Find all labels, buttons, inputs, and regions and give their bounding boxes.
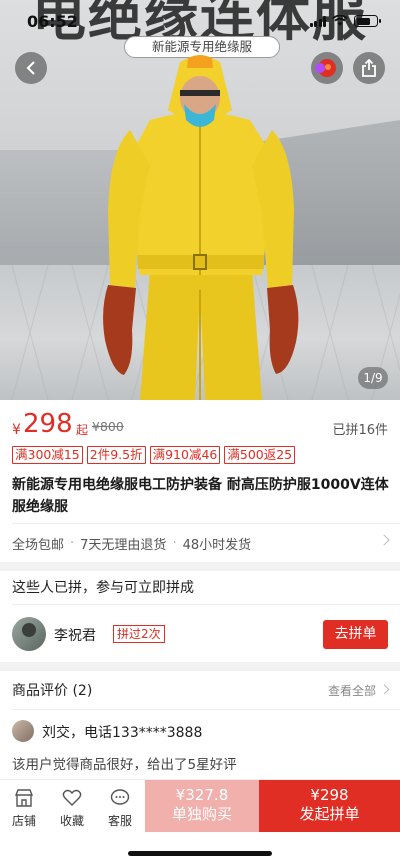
price-value: 298: [23, 409, 73, 439]
chevron-right-icon: [378, 534, 390, 546]
wifi-icon: [332, 15, 348, 26]
favorite-tab[interactable]: 收藏: [48, 780, 96, 832]
join-group-button[interactable]: 去拼单: [323, 620, 388, 649]
buy-alone-label: 单独购买: [171, 805, 232, 823]
coupon-list[interactable]: 满300减15 2件9.5折 满910减46 满500返25: [12, 446, 296, 464]
sold-count: 已拼16件: [332, 423, 388, 438]
image-page-indicator: 1/9: [358, 367, 388, 389]
group-buy-label: 发起拼单: [299, 805, 360, 823]
group-count-badge: 拼过2次: [113, 625, 165, 643]
service-item: 48小时发货: [182, 537, 252, 553]
avatar: [12, 720, 34, 742]
store-label: 店铺: [11, 814, 36, 828]
brand-button[interactable]: [311, 52, 343, 84]
bottom-action-bar: 店铺 收藏 客服 ¥327.8 单独购买 ¥298 发起拼单: [0, 779, 400, 832]
back-button[interactable]: [15, 52, 47, 84]
heart-icon: [62, 789, 82, 806]
battery-icon: [354, 15, 381, 27]
pdd-logo-icon: [315, 59, 336, 77]
store-icon: [14, 789, 34, 807]
share-button[interactable]: [353, 52, 385, 84]
coupon-tag[interactable]: 2件9.5折: [86, 446, 146, 464]
price-row: ¥ 298 起 ¥800 已拼16件: [12, 408, 388, 442]
review-title: 商品评价 (2): [12, 683, 93, 699]
product-title: 新能源专用电绝缘服电工防护装备 耐高压防护服1000V连体服绝缘服: [12, 477, 389, 515]
favorite-label: 收藏: [59, 814, 84, 828]
back-icon: [26, 61, 35, 75]
group-user-name: 李祝君: [54, 628, 96, 644]
group-buy-item: 李祝君 拼过2次 去拼单: [12, 617, 388, 651]
chat-icon: [110, 789, 130, 805]
coupon-tag[interactable]: 满300减15: [12, 446, 83, 464]
service-item: 全场包邮: [12, 537, 65, 553]
buy-alone-price: ¥327.8: [175, 786, 229, 804]
cellular-signal-icon: [309, 15, 326, 27]
divider: [12, 523, 400, 524]
status-bar: 06:52: [0, 0, 400, 44]
group-buy-price: ¥298: [310, 786, 349, 804]
review-header[interactable]: 商品评价 (2) 查看全部: [12, 680, 390, 700]
coupon-tag[interactable]: 满500返25: [224, 446, 296, 464]
store-tab[interactable]: 店铺: [0, 780, 48, 832]
status-time: 06:52: [27, 12, 78, 31]
start-group-buy-button[interactable]: ¥298 发起拼单: [259, 780, 400, 832]
home-indicator: [128, 851, 272, 856]
review-user-name: 刘交，电话133****3888: [42, 725, 203, 741]
chevron-right-icon: [379, 684, 390, 695]
review-text: 该用户觉得商品很好，给出了5星好评: [12, 757, 237, 773]
buy-alone-button[interactable]: ¥327.8 单独购买: [145, 780, 259, 832]
service-label: 客服: [107, 814, 132, 828]
avatar: [12, 617, 46, 651]
customer-service-tab[interactable]: 客服: [96, 780, 144, 832]
share-icon: [362, 59, 376, 77]
coupon-tag[interactable]: 满910减46: [149, 446, 221, 464]
view-all-reviews-link[interactable]: 查看全部: [328, 682, 376, 699]
price-suffix: 起: [76, 423, 89, 437]
service-item: 7天无理由退货: [80, 537, 167, 553]
price-currency: ¥: [12, 422, 21, 438]
group-buy-title: 这些人已拼，参与可立即拼成: [12, 580, 194, 596]
section-gap: [0, 562, 400, 571]
service-row[interactable]: 全场包邮 · 7天无理由退货 · 48小时发货: [12, 532, 390, 554]
original-price: ¥800: [92, 419, 124, 434]
